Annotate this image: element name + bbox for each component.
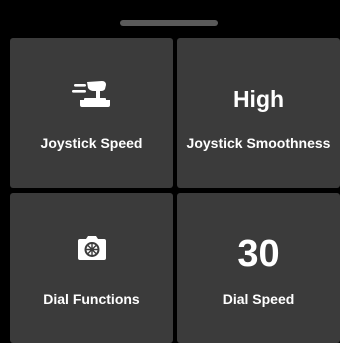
- dial-speed-tile[interactable]: 30 Dial Speed: [177, 193, 340, 343]
- dial-functions-label: Dial Functions: [43, 291, 140, 307]
- camera-icon: [77, 235, 107, 266]
- joystick-speed-icon: [71, 80, 112, 113]
- joystick-speed-label: Joystick Speed: [40, 135, 143, 151]
- drag-handle[interactable]: [120, 20, 218, 26]
- joystick-smoothness-value: High: [232, 86, 285, 112]
- joystick-smoothness-label: Joystick Smoothness: [186, 135, 331, 151]
- joystick-smoothness-tile[interactable]: High Joystick Smoothness: [177, 38, 340, 188]
- dial-functions-tile[interactable]: Dial Functions: [10, 193, 173, 343]
- dial-speed-label: Dial Speed: [222, 291, 295, 307]
- settings-sheet: Joystick Speed High Joystick Smoothness …: [0, 0, 340, 343]
- joystick-speed-tile[interactable]: Joystick Speed: [10, 38, 173, 188]
- dial-speed-value: 30: [237, 233, 280, 275]
